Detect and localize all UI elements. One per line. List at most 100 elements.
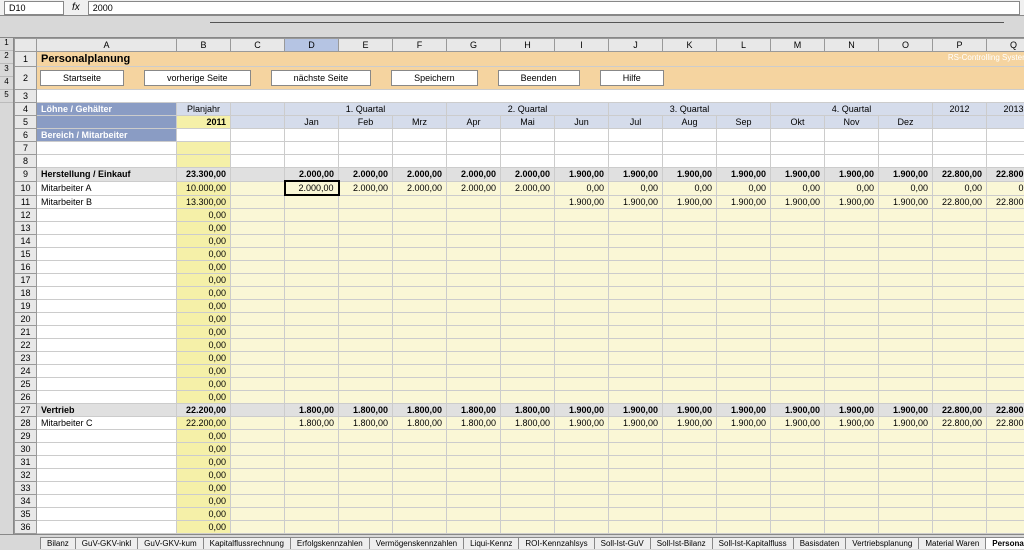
cell[interactable]	[717, 142, 771, 155]
cell[interactable]	[933, 390, 987, 403]
cell[interactable]	[609, 364, 663, 377]
cell[interactable]	[393, 286, 447, 299]
cell[interactable]	[555, 299, 609, 312]
month-cell[interactable]	[501, 195, 555, 208]
cell[interactable]	[663, 520, 717, 533]
cell[interactable]	[393, 208, 447, 221]
cell[interactable]	[339, 273, 393, 286]
cell[interactable]	[393, 455, 447, 468]
cell[interactable]	[231, 442, 285, 455]
cell[interactable]	[231, 507, 285, 520]
employee-name[interactable]: Mitarbeiter A	[37, 181, 177, 195]
cell[interactable]	[555, 234, 609, 247]
plan-value[interactable]: 0,00	[177, 364, 231, 377]
sheet-tab[interactable]: Liqui-Kennz	[463, 537, 519, 549]
cell[interactable]	[339, 520, 393, 533]
plan-value[interactable]: 0,00	[177, 390, 231, 403]
cell[interactable]	[555, 442, 609, 455]
cell[interactable]	[447, 429, 501, 442]
cell[interactable]	[231, 299, 285, 312]
plan-value[interactable]: 0,00	[177, 338, 231, 351]
employee-name[interactable]	[37, 221, 177, 234]
employee-name[interactable]	[37, 351, 177, 364]
cell[interactable]	[393, 247, 447, 260]
cell[interactable]	[663, 507, 717, 520]
cell[interactable]	[879, 364, 933, 377]
cell[interactable]	[609, 520, 663, 533]
cell[interactable]	[231, 520, 285, 533]
row-header[interactable]: 15	[15, 247, 37, 260]
cell[interactable]	[231, 377, 285, 390]
cell[interactable]	[825, 299, 879, 312]
cell[interactable]	[825, 234, 879, 247]
cell[interactable]	[987, 286, 1024, 299]
cell[interactable]	[285, 455, 339, 468]
cell[interactable]	[771, 494, 825, 507]
month-cell[interactable]: 1.900,00	[609, 195, 663, 208]
cell[interactable]	[879, 351, 933, 364]
cell[interactable]	[879, 312, 933, 325]
cell[interactable]	[933, 351, 987, 364]
cell[interactable]	[177, 155, 231, 168]
cell[interactable]	[555, 260, 609, 273]
plan-value[interactable]: 0,00	[177, 208, 231, 221]
cell[interactable]	[609, 533, 663, 534]
cell[interactable]	[339, 299, 393, 312]
cell[interactable]	[609, 429, 663, 442]
row-header[interactable]: 1	[15, 52, 37, 67]
cell[interactable]	[447, 442, 501, 455]
sheet-tab[interactable]: GuV-GKV-inkl	[75, 537, 138, 549]
row-header[interactable]: 5	[15, 116, 37, 129]
cell[interactable]	[933, 481, 987, 494]
cell[interactable]	[825, 481, 879, 494]
cell[interactable]	[825, 494, 879, 507]
cell[interactable]	[663, 247, 717, 260]
column-header[interactable]: M	[771, 39, 825, 52]
employee-name[interactable]	[37, 208, 177, 221]
cell[interactable]	[501, 507, 555, 520]
select-all[interactable]	[15, 39, 37, 52]
cell[interactable]	[447, 338, 501, 351]
cell[interactable]	[231, 273, 285, 286]
cell[interactable]	[987, 520, 1024, 533]
cell[interactable]	[717, 533, 771, 534]
cell[interactable]	[285, 533, 339, 534]
cell[interactable]	[555, 338, 609, 351]
cell[interactable]	[717, 338, 771, 351]
cell[interactable]	[609, 260, 663, 273]
employee-name[interactable]: Mitarbeiter C	[37, 416, 177, 429]
cell[interactable]	[879, 260, 933, 273]
cell[interactable]	[933, 286, 987, 299]
cell[interactable]	[231, 325, 285, 338]
cell[interactable]	[663, 312, 717, 325]
cell[interactable]	[825, 455, 879, 468]
cell[interactable]	[285, 429, 339, 442]
cell[interactable]	[717, 286, 771, 299]
cell[interactable]	[825, 351, 879, 364]
name-box[interactable]: D10	[4, 1, 64, 15]
cell[interactable]	[501, 129, 555, 142]
employee-name[interactable]	[37, 481, 177, 494]
row-header[interactable]: 7	[15, 142, 37, 155]
cell[interactable]	[501, 533, 555, 534]
cell[interactable]	[987, 338, 1024, 351]
cell[interactable]	[825, 468, 879, 481]
cell[interactable]	[663, 377, 717, 390]
plan-value[interactable]: 0,00	[177, 494, 231, 507]
nav-button[interactable]: Speichern	[391, 70, 478, 86]
cell[interactable]	[447, 260, 501, 273]
cell[interactable]	[609, 338, 663, 351]
cell[interactable]	[933, 325, 987, 338]
cell[interactable]	[555, 221, 609, 234]
plan-value[interactable]: 0,00	[177, 260, 231, 273]
cell[interactable]	[393, 234, 447, 247]
cell[interactable]	[825, 429, 879, 442]
cell[interactable]	[339, 533, 393, 534]
cell[interactable]	[555, 247, 609, 260]
cell[interactable]	[501, 312, 555, 325]
cell[interactable]	[825, 286, 879, 299]
cell[interactable]	[933, 312, 987, 325]
row-header[interactable]: 28	[15, 416, 37, 429]
row-header[interactable]: 29	[15, 429, 37, 442]
cell[interactable]	[393, 520, 447, 533]
